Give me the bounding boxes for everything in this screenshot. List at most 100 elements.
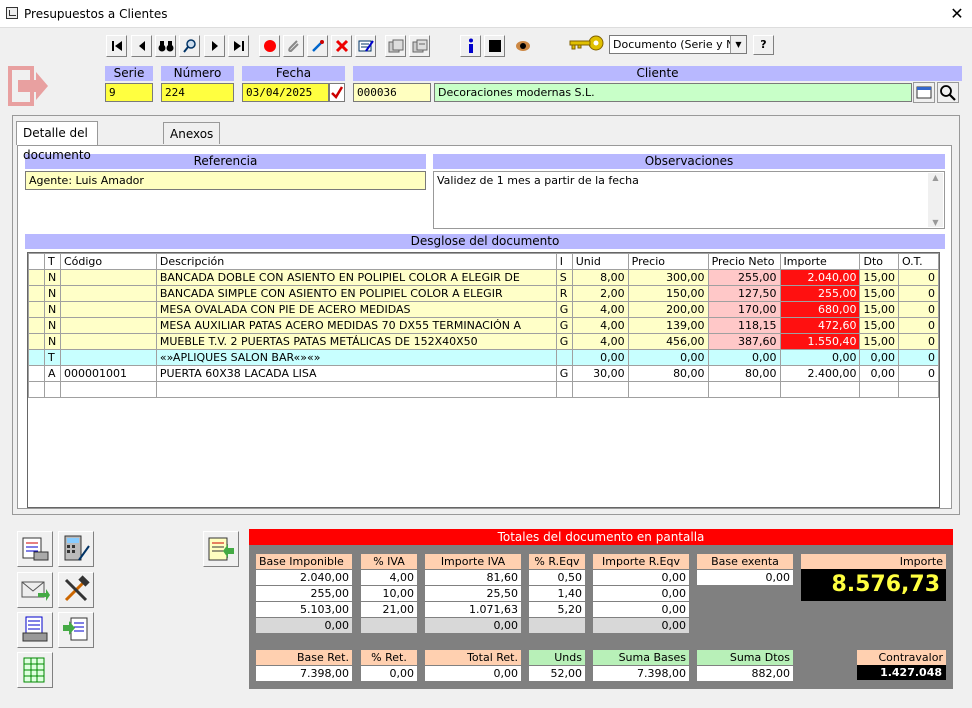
table-row[interactable]: N MUEBLE T.V. 2 PUERTAS PATAS METÁLICAS D… xyxy=(28,333,939,350)
tab-anexos[interactable]: Anexos xyxy=(163,122,221,144)
table-row-empty[interactable] xyxy=(28,381,939,398)
cell-t[interactable]: N xyxy=(43,269,61,286)
cell-empty[interactable] xyxy=(779,381,861,398)
cell-t[interactable]: A xyxy=(43,365,61,382)
cell-ot[interactable]: 0 xyxy=(897,333,939,350)
cell-i[interactable]: R xyxy=(555,285,573,302)
referencia-field[interactable]: Agente: Luis Amador xyxy=(25,171,426,190)
cell-dto[interactable]: 0,00 xyxy=(859,349,899,366)
table-row[interactable]: N MESA AUXILIAR PATAS ACERO MEDIDAS 70 DX… xyxy=(28,317,939,334)
cell-empty[interactable] xyxy=(571,381,629,398)
cell-precio[interactable]: 139,00 xyxy=(627,317,709,334)
cell-codigo[interactable] xyxy=(59,285,157,302)
cell-desc[interactable]: BANCADA DOBLE CON ASIENTO EN POLIPIEL CO… xyxy=(155,269,557,286)
cell-neto[interactable]: 0,00 xyxy=(707,349,781,366)
cell-unid[interactable]: 8,00 xyxy=(571,269,629,286)
cell-dto[interactable]: 15,00 xyxy=(859,333,899,350)
cell-desc[interactable]: PUERTA 60X38 LACADA LISA xyxy=(155,365,557,382)
stop-button[interactable] xyxy=(484,35,505,57)
observaciones-textarea[interactable]: Validez de 1 mes a partir de la fecha ▲ … xyxy=(433,171,945,229)
cell-i[interactable] xyxy=(555,349,573,366)
desglose-grid[interactable]: T Código Descripción I Unid Precio Preci… xyxy=(27,252,940,508)
cell-unid[interactable]: 2,00 xyxy=(571,285,629,302)
cell-neto[interactable]: 255,00 xyxy=(707,269,781,286)
cell-precio[interactable]: 0,00 xyxy=(627,349,709,366)
tools-button[interactable] xyxy=(58,572,94,608)
cell-dto[interactable]: 0,00 xyxy=(859,365,899,382)
cell-dto[interactable]: 15,00 xyxy=(859,301,899,318)
row-selector[interactable] xyxy=(28,285,45,302)
cell-codigo[interactable] xyxy=(59,349,157,366)
cell-empty[interactable] xyxy=(155,381,557,398)
help-button[interactable]: ? xyxy=(753,35,774,55)
cell-empty[interactable] xyxy=(897,381,939,398)
cell-importe[interactable]: 0,00 xyxy=(779,349,861,366)
cell-i[interactable]: S xyxy=(555,269,573,286)
col-header-i[interactable]: I xyxy=(555,253,573,270)
cell-desc[interactable]: MESA AUXILIAR PATAS ACERO MEDIDAS 70 DX5… xyxy=(155,317,557,334)
cell-codigo[interactable]: 000001001 xyxy=(59,365,157,382)
cell-t[interactable]: N xyxy=(43,317,61,334)
cell-t[interactable]: T xyxy=(43,349,61,366)
cell-ot[interactable]: 0 xyxy=(897,365,939,382)
cell-ot[interactable]: 0 xyxy=(897,301,939,318)
calendar-button[interactable] xyxy=(329,83,345,102)
table-row[interactable]: A 000001001 PUERTA 60X38 LACADA LISA G 30,00… xyxy=(28,365,939,382)
cell-desc[interactable]: MUEBLE T.V. 2 PUERTAS PATAS METÁLICAS DE… xyxy=(155,333,557,350)
table-row[interactable]: N BANCADA SIMPLE CON ASIENTO EN POLIPIEL … xyxy=(28,285,939,302)
cell-importe[interactable]: 255,00 xyxy=(779,285,861,302)
cell-unid[interactable]: 4,00 xyxy=(571,317,629,334)
row-selector[interactable] xyxy=(28,365,45,382)
spreadsheet-button[interactable] xyxy=(17,652,53,688)
cell-empty[interactable] xyxy=(28,381,45,398)
cell-ot[interactable]: 0 xyxy=(897,285,939,302)
cell-importe[interactable]: 2.040,00 xyxy=(779,269,861,286)
cell-t[interactable]: N xyxy=(43,333,61,350)
cell-dto[interactable]: 15,00 xyxy=(859,317,899,334)
exit-icon[interactable] xyxy=(8,66,50,106)
cell-unid[interactable]: 0,00 xyxy=(571,349,629,366)
cell-i[interactable]: G xyxy=(555,317,573,334)
row-selector[interactable] xyxy=(28,317,45,334)
cell-importe[interactable]: 472,60 xyxy=(779,317,861,334)
numero-field[interactable]: 224 xyxy=(161,83,234,102)
calculator-button[interactable] xyxy=(58,531,94,567)
tab-detalle[interactable]: Detalle del documento xyxy=(16,121,98,162)
cliente-code-field[interactable]: 000036 xyxy=(353,83,431,102)
cell-precio[interactable]: 150,00 xyxy=(627,285,709,302)
cell-precio[interactable]: 80,00 xyxy=(627,365,709,382)
col-header-t[interactable]: T xyxy=(43,253,61,270)
cell-codigo[interactable] xyxy=(59,269,157,286)
cell-unid[interactable]: 4,00 xyxy=(571,301,629,318)
paste-button[interactable] xyxy=(409,35,430,57)
observaciones-scrollbar[interactable]: ▲ ▼ xyxy=(928,173,943,227)
next-record-button[interactable] xyxy=(204,35,225,57)
recalc-totals-button[interactable] xyxy=(203,531,239,567)
first-record-button[interactable] xyxy=(106,35,127,57)
cell-codigo[interactable] xyxy=(59,301,157,318)
cell-neto[interactable]: 387,60 xyxy=(707,333,781,350)
col-header-ot[interactable]: O.T. xyxy=(897,253,939,270)
cell-unid[interactable]: 30,00 xyxy=(571,365,629,382)
cell-t[interactable]: N xyxy=(43,285,61,302)
table-row[interactable]: N MESA OVALADA CON PIE DE ACERO MEDIDAS G 4… xyxy=(28,301,939,318)
cell-desc[interactable]: MESA OVALADA CON PIE DE ACERO MEDIDAS xyxy=(155,301,557,318)
cell-i[interactable]: G xyxy=(555,301,573,318)
edit-button[interactable] xyxy=(307,35,328,57)
cell-empty[interactable] xyxy=(555,381,573,398)
cell-neto[interactable]: 118,15 xyxy=(707,317,781,334)
row-selector[interactable] xyxy=(28,349,45,366)
col-header-precio-neto[interactable]: Precio Neto xyxy=(707,253,781,270)
cell-desc[interactable]: BANCADA SIMPLE CON ASIENTO EN POLIPIEL C… xyxy=(155,285,557,302)
cell-importe[interactable]: 1.550,40 xyxy=(779,333,861,350)
cell-empty[interactable] xyxy=(627,381,709,398)
cell-i[interactable]: G xyxy=(555,333,573,350)
copy-button[interactable] xyxy=(385,35,406,57)
row-selector[interactable] xyxy=(28,333,45,350)
cliente-name-field[interactable]: Decoraciones modernas S.L. xyxy=(434,83,912,102)
cell-dto[interactable]: 15,00 xyxy=(859,269,899,286)
find-binoculars-button[interactable] xyxy=(155,35,176,57)
cell-ot[interactable]: 0 xyxy=(897,349,939,366)
col-header-precio[interactable]: Precio xyxy=(627,253,709,270)
print-list-button[interactable] xyxy=(17,612,53,648)
